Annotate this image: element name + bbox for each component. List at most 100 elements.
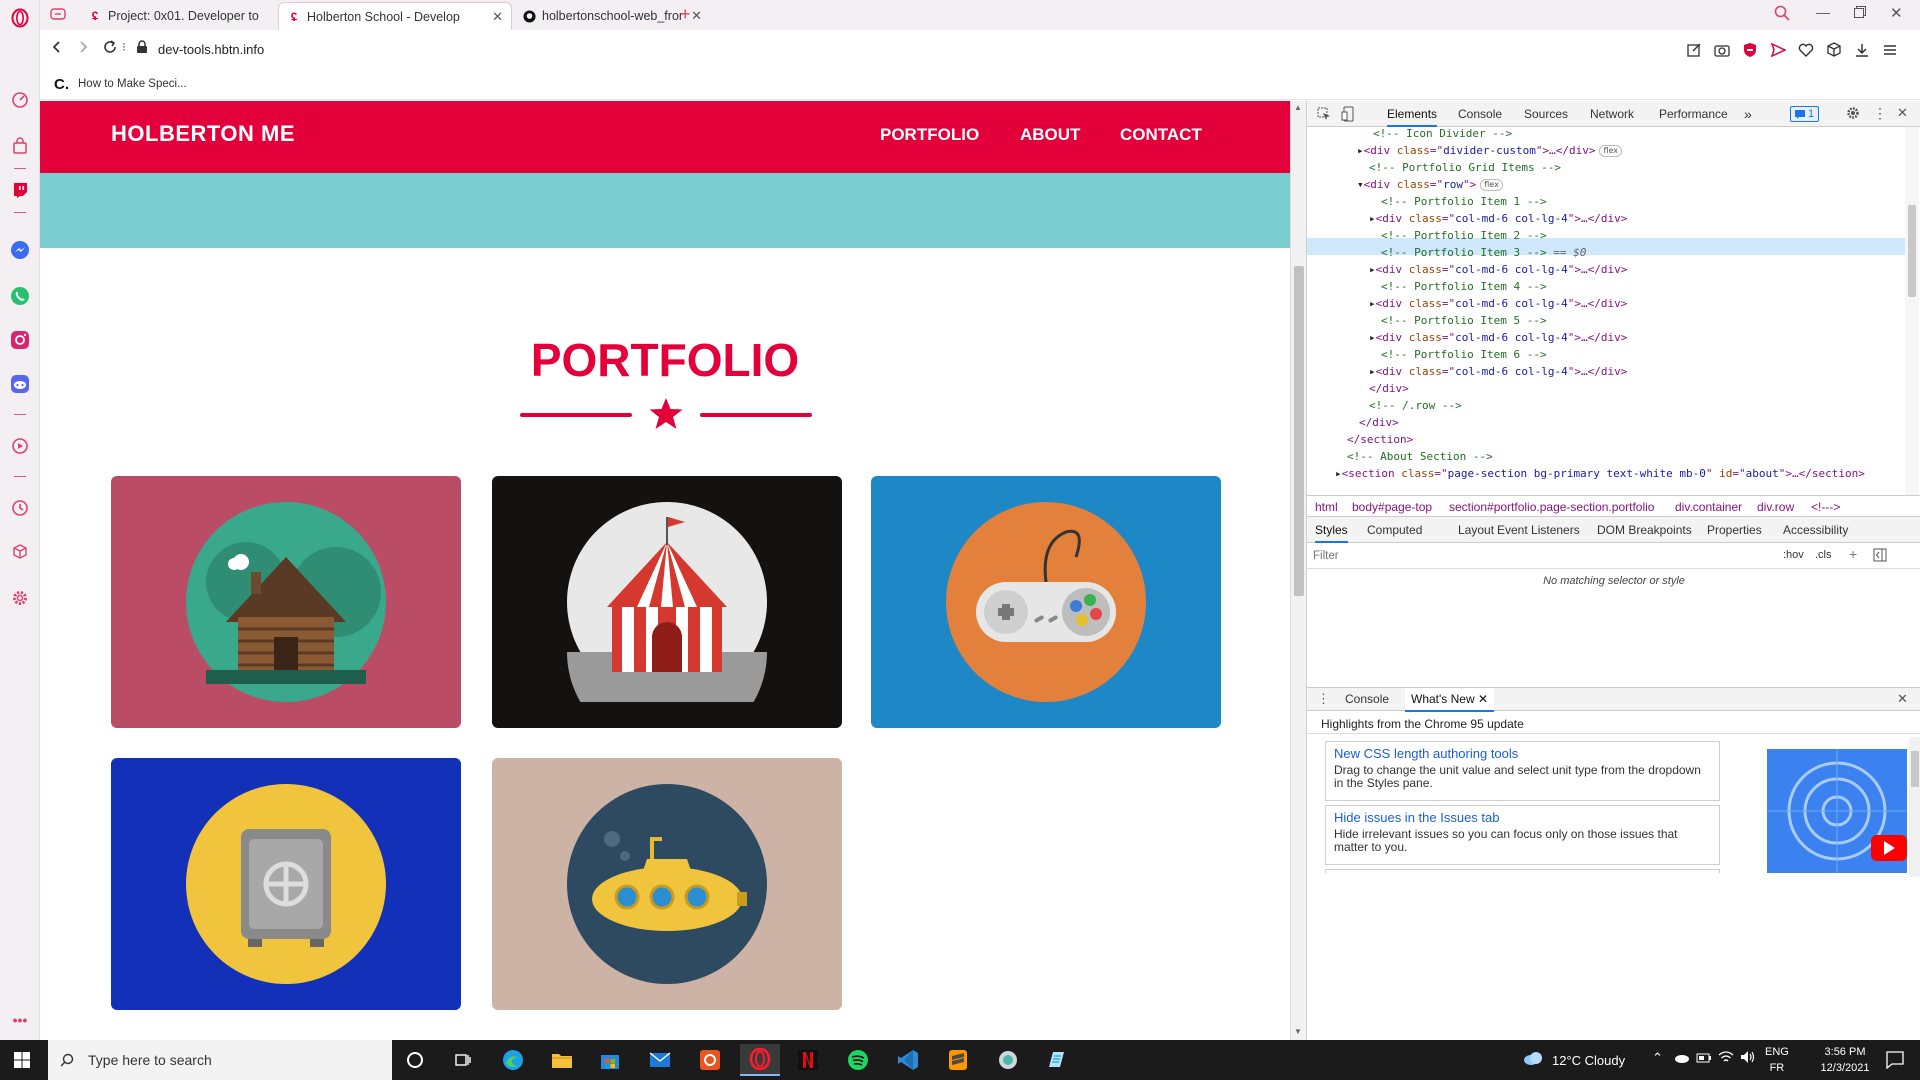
devtools-tab-performance[interactable]: Performance: [1659, 101, 1728, 127]
nav-link-portfolio[interactable]: PORTFOLIO: [880, 125, 979, 145]
opera-logo-icon[interactable]: [8, 6, 32, 30]
battery-icon[interactable]: [1696, 1052, 1712, 1067]
devtools-tab-console[interactable]: Console: [1458, 101, 1502, 127]
tab-styles[interactable]: Styles: [1315, 517, 1348, 543]
devtools-menu-icon[interactable]: ⋮: [1873, 105, 1887, 122]
edit-icon[interactable]: [1686, 42, 1702, 58]
dom-line[interactable]: <!-- Portfolio Item 2 -->: [1381, 227, 1547, 244]
cortana-icon[interactable]: [395, 1044, 435, 1076]
netflix-icon[interactable]: [788, 1044, 828, 1076]
tab-properties[interactable]: Properties: [1707, 517, 1762, 543]
toggle-sidebar-icon[interactable]: [1873, 548, 1887, 565]
spotify-icon[interactable]: [838, 1044, 878, 1076]
extensions-cube-icon[interactable]: [8, 540, 32, 564]
breadcrumb-item[interactable]: div.row: [1757, 496, 1794, 518]
drawer-tab-whats-new[interactable]: What's New ✕: [1405, 688, 1495, 712]
notification-center-icon[interactable]: [1886, 1051, 1904, 1072]
dom-scrollbar[interactable]: [1905, 127, 1919, 495]
volume-icon[interactable]: [1740, 1050, 1756, 1067]
drawer-menu-icon[interactable]: ⋮: [1317, 691, 1330, 707]
dom-line[interactable]: <!-- /.row -->: [1369, 397, 1462, 414]
close-drawer-icon[interactable]: ✕: [1897, 691, 1908, 707]
cube-icon[interactable]: [1826, 42, 1842, 58]
nav-link-contact[interactable]: CONTACT: [1120, 125, 1202, 145]
app-taskbar-icon[interactable]: [988, 1044, 1028, 1076]
menu-lines-icon[interactable]: [1882, 42, 1898, 58]
portfolio-item-submarine[interactable]: [492, 758, 842, 1010]
dom-line[interactable]: <!-- Icon Divider -->: [1373, 127, 1512, 142]
new-tab-button[interactable]: +: [680, 4, 691, 25]
devtools-tab-network[interactable]: Network: [1590, 101, 1634, 127]
portfolio-item-safe[interactable]: [111, 758, 461, 1010]
portfolio-item-cabin[interactable]: [111, 476, 461, 728]
settings-gear-icon[interactable]: [8, 586, 32, 610]
shopping-bag-icon[interactable]: [8, 134, 32, 158]
page-scrollbar[interactable]: ▲ ▼: [1290, 101, 1306, 1040]
instagram-icon[interactable]: [8, 328, 32, 352]
speed-dial-icon[interactable]: [8, 88, 32, 112]
scrollbar-thumb[interactable]: [1294, 266, 1304, 596]
scroll-down-icon[interactable]: ▼: [1294, 1027, 1302, 1036]
new-style-rule-icon[interactable]: +: [1849, 546, 1857, 562]
dom-line[interactable]: ▸<div class="col-md-6 col-lg-4">…</div>: [1369, 329, 1627, 346]
url-field[interactable]: dev-tools.hbtn.info: [158, 42, 264, 57]
browser-tab-active[interactable]: ʢ Holberton School - Develop ✕: [278, 2, 512, 30]
input-language[interactable]: ENG FR: [1765, 1044, 1789, 1076]
dom-scrollbar-thumb[interactable]: [1908, 205, 1916, 297]
drawer-tab-console[interactable]: Console: [1345, 692, 1389, 706]
whats-new-card-title[interactable]: New CSS length authoring tools: [1334, 746, 1711, 761]
site-brand[interactable]: HOLBERTON ME: [111, 121, 295, 147]
hov-toggle[interactable]: :hov: [1783, 549, 1804, 561]
vscode-icon[interactable]: [888, 1044, 928, 1076]
reload-icon[interactable]: [102, 39, 118, 58]
dom-line[interactable]: </div>: [1369, 380, 1409, 397]
dom-line[interactable]: <!-- Portfolio Item 1 -->: [1381, 193, 1547, 210]
mail-icon[interactable]: [640, 1044, 680, 1076]
sublime-text-icon[interactable]: [938, 1044, 978, 1076]
taskbar-clock[interactable]: 3:56 PM 12/3/2021: [1810, 1044, 1880, 1076]
dom-line[interactable]: </div>: [1359, 414, 1399, 431]
portfolio-item-game-controller[interactable]: [871, 476, 1221, 728]
tab-accessibility[interactable]: Accessibility: [1783, 517, 1848, 543]
wifi-icon[interactable]: [1718, 1050, 1734, 1067]
flex-badge[interactable]: flex: [1480, 179, 1503, 191]
heart-icon[interactable]: [1798, 42, 1814, 58]
dom-line[interactable]: </section>: [1347, 431, 1413, 448]
styles-filter-input[interactable]: [1313, 547, 1773, 565]
dom-line[interactable]: <!-- Portfolio Grid Items -->: [1369, 159, 1561, 176]
discord-icon[interactable]: [8, 372, 32, 396]
devtools-tab-elements[interactable]: Elements: [1387, 101, 1438, 127]
drawer-scrollbar[interactable]: [1909, 737, 1920, 877]
tab-menu-icon[interactable]: [50, 6, 66, 25]
breadcrumb-item[interactable]: <!--->: [1811, 496, 1840, 518]
tab-event-listeners[interactable]: Event Listeners: [1497, 517, 1580, 543]
dom-line[interactable]: <!-- Portfolio Item 6 -->: [1381, 346, 1547, 363]
file-explorer-icon[interactable]: [542, 1044, 582, 1076]
device-toolbar-icon[interactable]: [1341, 106, 1355, 125]
lock-icon[interactable]: [136, 40, 148, 57]
close-tab-icon[interactable]: ✕: [492, 9, 503, 25]
send-icon[interactable]: [1770, 42, 1786, 58]
whats-new-card[interactable]: Hide issues in the Issues tab Hide irrel…: [1325, 805, 1720, 865]
twitch-icon[interactable]: [8, 178, 32, 202]
dom-line[interactable]: ▸<div class="col-md-6 col-lg-4">…</div>: [1369, 210, 1627, 227]
more-tabs-button[interactable]: »: [1744, 101, 1752, 127]
dom-line[interactable]: <!-- Portfolio Item 4 -->: [1381, 278, 1547, 295]
close-drawer-tab-icon[interactable]: ✕: [1478, 692, 1488, 706]
dom-line[interactable]: <!-- Portfolio Item 5 -->: [1381, 312, 1547, 329]
notes-app-icon[interactable]: [1036, 1044, 1076, 1076]
onedrive-icon[interactable]: [1674, 1052, 1690, 1067]
devtools-settings-icon[interactable]: [1846, 106, 1860, 123]
adblock-shield-icon[interactable]: [1742, 42, 1758, 58]
taskbar-search-box[interactable]: Type here to search: [48, 1040, 392, 1080]
portfolio-item-circus[interactable]: [492, 476, 842, 728]
breadcrumb-item[interactable]: body#page-top: [1352, 496, 1432, 518]
dom-line-selected[interactable]: <!-- Portfolio Item 3 --> == $0: [1381, 244, 1586, 261]
dom-line[interactable]: ▸<div class="col-md-6 col-lg-4">…</div>: [1369, 261, 1627, 278]
drawer-scrollbar-thumb[interactable]: [1911, 751, 1919, 787]
microsoft-store-icon[interactable]: [590, 1044, 630, 1076]
site-info-dots-icon[interactable]: ⁝: [122, 40, 126, 54]
download-icon[interactable]: [1854, 42, 1870, 58]
back-icon[interactable]: [50, 40, 64, 59]
flex-badge[interactable]: flex: [1599, 145, 1623, 157]
